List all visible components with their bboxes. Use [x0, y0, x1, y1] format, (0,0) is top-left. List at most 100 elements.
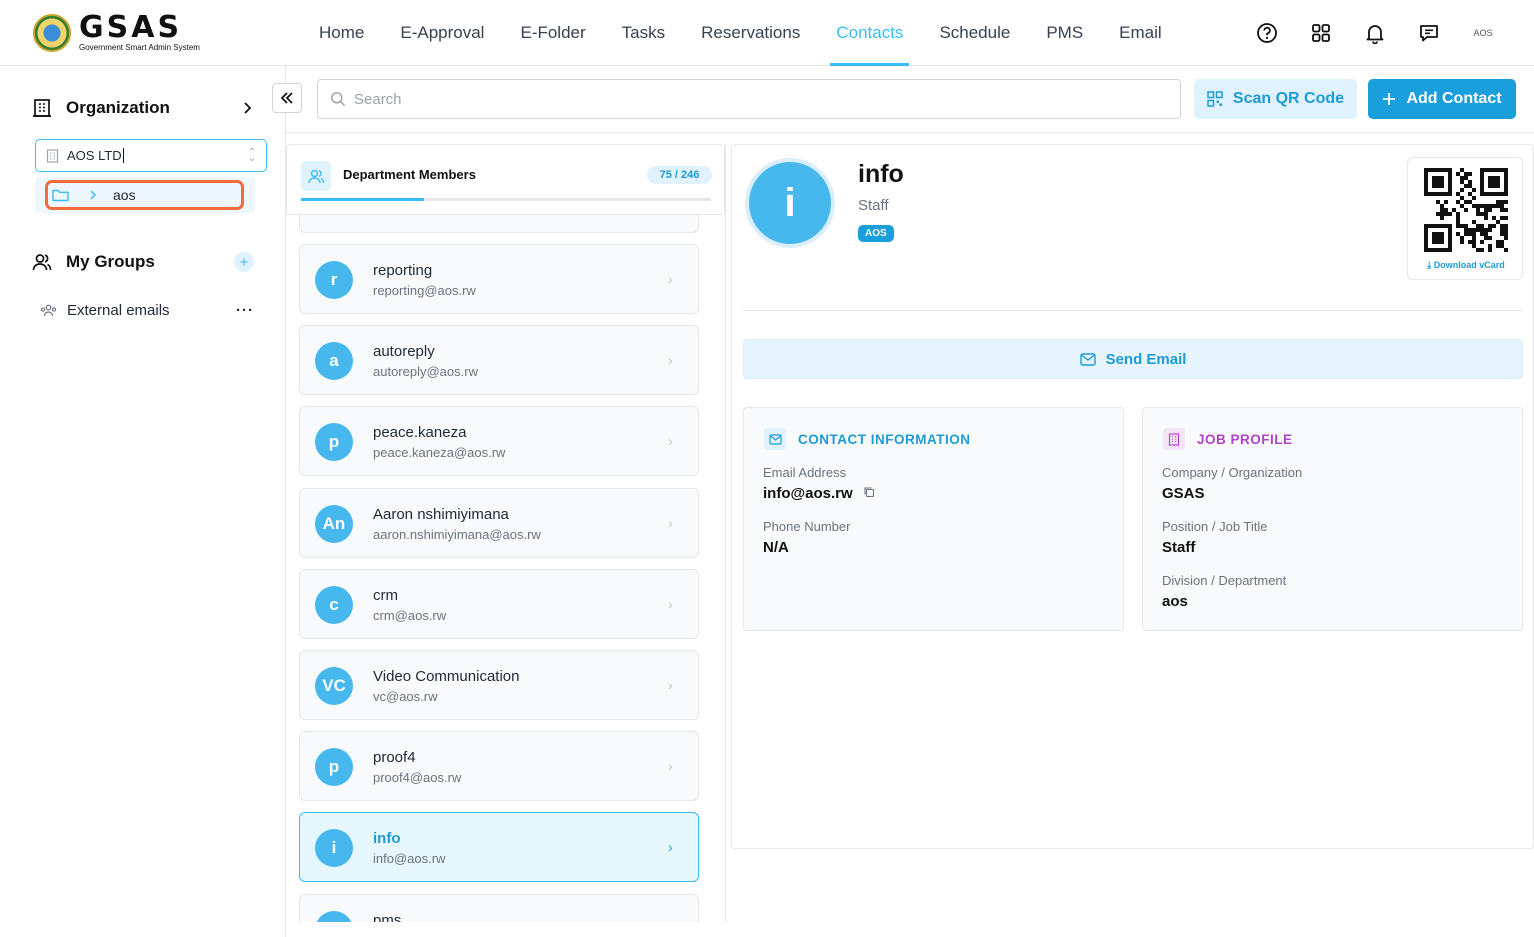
download-vcard-label: Download vCard	[1433, 260, 1505, 270]
search-icon	[331, 92, 346, 107]
group-item-external-emails[interactable]: External emails ···	[40, 302, 254, 319]
contact-information-title: CONTACT INFORMATION	[798, 431, 971, 447]
brand-title: GSAS	[79, 10, 183, 45]
copy-icon[interactable]	[863, 486, 875, 498]
user-avatar[interactable]: AOS	[1466, 16, 1500, 50]
organization-select[interactable]: AOS LTD ⌃ ⌄	[35, 139, 267, 172]
vcard-qr-panel[interactable]: ⤓ Download vCard	[1407, 157, 1523, 280]
send-email-button[interactable]: Send Email	[743, 339, 1523, 379]
contact-name: peace.kaneza	[373, 424, 467, 441]
sidebar: Organization AOS LTD ⌃ ⌄ aos My Groups + …	[0, 66, 286, 937]
chevron-right-icon: ›	[668, 433, 673, 449]
group-icon	[40, 304, 57, 317]
help-icon[interactable]	[1250, 16, 1284, 50]
contact-role: Staff	[858, 197, 889, 214]
chevron-right-icon: ›	[668, 677, 673, 693]
contact-name: info	[373, 830, 401, 847]
contact-list-item[interactable]: c crm crm@aos.rw ›	[299, 569, 699, 639]
email-address-text: info@aos.rw	[763, 485, 853, 502]
contact-list-item[interactable]: r reporting reporting@aos.rw ›	[299, 244, 699, 314]
contact-list-item[interactable]: p pms ›	[299, 894, 699, 922]
organization-header[interactable]: Organization	[32, 98, 254, 118]
contact-name: pms	[373, 912, 402, 922]
building-icon	[1163, 428, 1185, 450]
contact-initials-avatar: p	[315, 423, 353, 461]
position-value: Staff	[1162, 539, 1196, 556]
department-members-title: Department Members	[343, 167, 476, 182]
apps-grid-icon[interactable]	[1304, 16, 1338, 50]
contact-email: reporting@aos.rw	[373, 283, 476, 298]
contact-email: autoreply@aos.rw	[373, 364, 478, 379]
nav-item-home[interactable]: Home	[301, 0, 382, 66]
chevron-right-icon: ›	[668, 596, 673, 612]
nav-item-e-approval[interactable]: E-Approval	[382, 0, 502, 66]
my-groups-label: My Groups	[66, 252, 155, 271]
tree-item-aos[interactable]: aos	[35, 177, 255, 213]
download-vcard-link[interactable]: ⤓ Download vCard	[1408, 260, 1524, 271]
job-profile-card: JOB PROFILE Company / Organization GSAS …	[1142, 407, 1523, 631]
member-count-badge: 75 / 246	[647, 166, 712, 184]
contact-name: reporting	[373, 262, 433, 279]
contact-list-item[interactable]: i info info@aos.rw ›	[299, 812, 699, 882]
chevron-right-icon: ›	[668, 352, 673, 368]
chat-icon[interactable]	[1412, 16, 1446, 50]
department-members-header: Department Members 75 / 246	[286, 144, 725, 215]
tree-item-label: aos	[113, 187, 136, 203]
contact-initials-avatar: p	[315, 748, 353, 786]
users-icon	[32, 254, 52, 271]
app-logo[interactable]: GSAS Government Smart Admin System	[33, 13, 200, 52]
nav-item-e-folder[interactable]: E-Folder	[502, 0, 603, 66]
group-item-label: External emails	[67, 302, 170, 319]
division-value: aos	[1162, 593, 1188, 610]
contact-list-item[interactable]: p proof4 proof4@aos.rw ›	[299, 731, 699, 801]
load-progress-fill	[301, 198, 424, 201]
contact-list-item[interactable]: p peace.kaneza peace.kaneza@aos.rw ›	[299, 406, 699, 476]
send-email-label: Send Email	[1105, 350, 1187, 368]
contact-email: info@aos.rw	[373, 851, 446, 866]
main-nav: Home E-Approval E-Folder Tasks Reservations C…	[301, 0, 1180, 66]
add-contact-label: Add Contact	[1406, 90, 1502, 107]
nav-item-tasks[interactable]: Tasks	[604, 0, 683, 66]
position-label: Position / Job Title	[1162, 519, 1268, 534]
contact-name: Video Communication	[373, 668, 520, 685]
chevron-right-icon[interactable]	[240, 101, 254, 115]
mail-icon	[764, 428, 786, 450]
search-input[interactable]	[354, 90, 1134, 108]
job-profile-title: JOB PROFILE	[1197, 431, 1293, 447]
chevron-right-icon: ›	[668, 515, 673, 531]
qr-code-icon	[1207, 91, 1223, 107]
more-options-icon[interactable]: ···	[236, 302, 254, 319]
company-label: Company / Organization	[1162, 465, 1303, 480]
chevron-right-icon[interactable]	[87, 189, 99, 201]
contact-initials-avatar: a	[315, 342, 353, 380]
phone-number-value: N/A	[763, 539, 789, 556]
qr-code-image	[1424, 168, 1508, 252]
nav-item-contacts[interactable]: Contacts	[818, 0, 921, 66]
contact-name: proof4	[373, 749, 416, 766]
scan-qr-code-button[interactable]: Scan QR Code	[1194, 79, 1357, 119]
collapse-sidebar-button[interactable]	[272, 83, 302, 113]
chevron-right-icon: ›	[668, 839, 673, 855]
users-icon	[301, 161, 331, 191]
nav-item-reservations[interactable]: Reservations	[683, 0, 818, 66]
bell-icon[interactable]	[1358, 16, 1392, 50]
contact-list-item[interactable]: An Aaron nshimiyimana aaron.nshimiyimana@a…	[299, 488, 699, 558]
chevron-right-icon: ›	[668, 921, 673, 922]
contact-list-item[interactable]: a autoreply autoreply@aos.rw ›	[299, 325, 699, 395]
contact-initials-avatar: i	[315, 829, 353, 867]
add-group-button[interactable]: +	[234, 252, 254, 272]
contact-detail-panel: i info Staff AOS ⤓ Download vCard Send E…	[731, 144, 1534, 849]
divider	[286, 132, 1534, 133]
contact-list-item[interactable]: VC Video Communication vc@aos.rw ›	[299, 650, 699, 720]
folder-icon	[52, 189, 69, 202]
nav-item-pms[interactable]: PMS	[1028, 0, 1101, 66]
nav-item-schedule[interactable]: Schedule	[921, 0, 1028, 66]
nav-item-email[interactable]: Email	[1101, 0, 1180, 66]
contact-name: info	[858, 160, 904, 188]
contact-initials-avatar: r	[315, 261, 353, 299]
building-icon	[33, 99, 51, 117]
contact-email: crm@aos.rw	[373, 608, 447, 623]
add-contact-button[interactable]: Add Contact	[1368, 79, 1516, 119]
building-icon	[46, 148, 59, 163]
select-arrows-icon: ⌃ ⌄	[247, 146, 256, 164]
